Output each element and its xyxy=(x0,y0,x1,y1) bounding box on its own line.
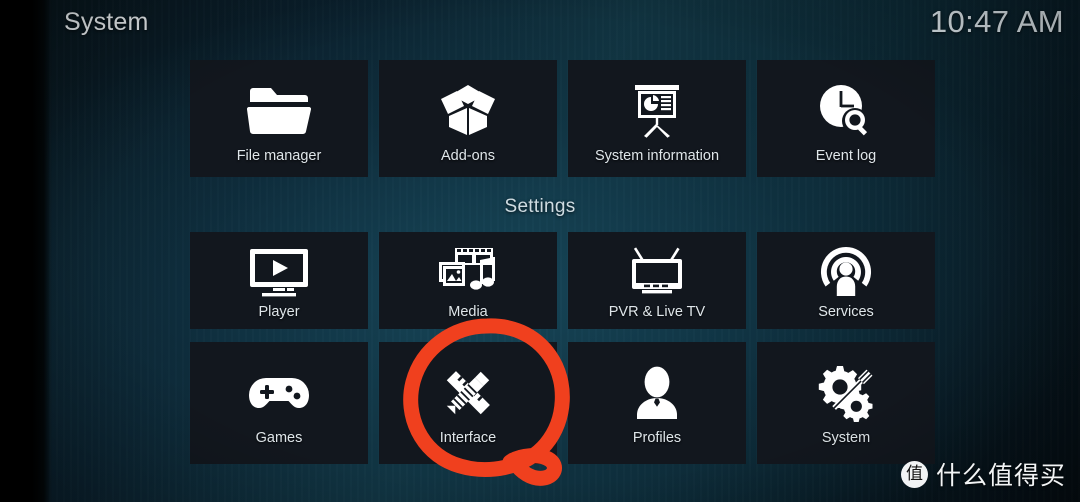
gears-screwdriver-icon xyxy=(816,362,876,424)
tile-label: Player xyxy=(258,304,300,320)
page-title: System xyxy=(64,8,149,36)
tile-label: Services xyxy=(818,304,874,320)
tile-label: PVR & Live TV xyxy=(608,304,706,320)
watermark-text: 什么值得买 xyxy=(935,461,1066,490)
tile-player[interactable]: Player xyxy=(190,232,368,329)
tile-pvr-live-tv[interactable]: PVR & Live TV xyxy=(568,232,746,329)
tile-system-information[interactable]: System information xyxy=(568,60,746,177)
watermark: 值 什么值得买 xyxy=(900,456,1066,492)
tile-add-ons[interactable]: Add-ons xyxy=(379,60,557,177)
tile-system[interactable]: System xyxy=(757,342,935,464)
tile-label: Add-ons xyxy=(440,148,495,164)
tile-services[interactable]: Services xyxy=(757,232,935,329)
tile-label: Media xyxy=(448,304,488,320)
system-tile-row: File manager Add-ons System information … xyxy=(190,60,950,177)
media-photo-music-icon xyxy=(437,244,499,300)
clock: 10:47 AM xyxy=(929,4,1064,39)
tile-label: Profiles xyxy=(632,430,682,446)
gamepad-icon xyxy=(246,362,312,424)
tile-label: File manager xyxy=(236,148,322,164)
tile-interface[interactable]: Interface xyxy=(379,342,557,464)
tile-label: Event log xyxy=(815,148,877,164)
tile-label: Games xyxy=(255,430,303,446)
tile-games[interactable]: Games xyxy=(190,342,368,464)
open-box-icon xyxy=(437,80,499,142)
pencil-ruler-icon xyxy=(438,362,498,424)
tile-label: System information xyxy=(594,148,720,164)
folder-icon xyxy=(247,80,311,142)
presentation-chart-icon xyxy=(629,80,685,142)
kodi-system-screen: System 10:47 AM File manager Add-ons Sys… xyxy=(0,0,1080,502)
tile-label: System xyxy=(821,430,871,446)
settings-tile-row-2: Games Interface Profiles System xyxy=(190,342,950,464)
letterbox-band-left xyxy=(0,0,52,502)
broadcast-person-icon xyxy=(819,244,873,300)
settings-section-header: Settings xyxy=(504,196,576,217)
watermark-logo-icon: 值 xyxy=(900,460,928,488)
tile-file-manager[interactable]: File manager xyxy=(190,60,368,177)
tile-profiles[interactable]: Profiles xyxy=(568,342,746,464)
clock-search-icon xyxy=(817,80,875,142)
monitor-play-icon xyxy=(248,244,310,300)
television-antenna-icon xyxy=(626,244,688,300)
person-bust-icon xyxy=(630,362,684,424)
settings-tile-row-1: Player Media PVR & Live TV Services xyxy=(190,232,950,329)
top-bar: System 10:47 AM xyxy=(0,0,1080,52)
tile-event-log[interactable]: Event log xyxy=(757,60,935,177)
tile-media[interactable]: Media xyxy=(379,232,557,329)
tile-label: Interface xyxy=(439,430,497,446)
